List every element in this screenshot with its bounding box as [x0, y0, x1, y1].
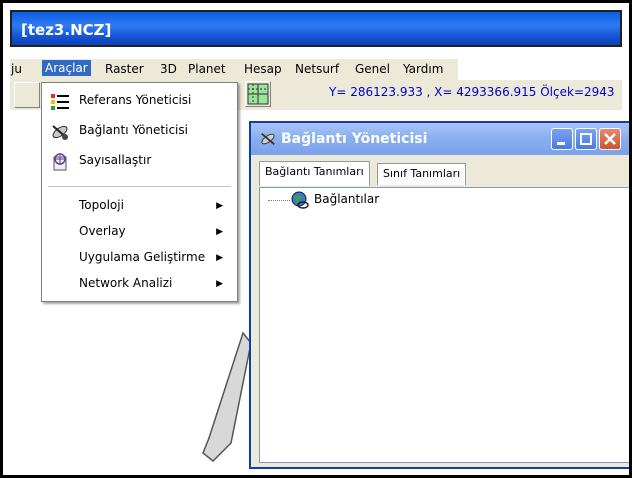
tree-node-baglantilar[interactable]: Bağlantılar: [314, 192, 379, 206]
main-title-bar[interactable]: [tez3.NCZ]: [10, 10, 622, 47]
grid-map-button[interactable]: [245, 81, 271, 107]
menu-item-genel[interactable]: Genel: [355, 62, 390, 76]
menu-bar: ju Araçlar Raster 3D Planet Hesap Netsur…: [10, 59, 458, 80]
menu-item-label: Uygulama Geliştirme: [79, 250, 206, 264]
digitize-icon: [53, 153, 67, 171]
menu-item-netsurf[interactable]: Netsurf: [295, 62, 339, 76]
maximize-button[interactable]: [575, 128, 597, 150]
coordinate-readout: Y= 286123.933 , X= 4293366.915 Ölçek=294…: [329, 85, 615, 99]
minimize-button[interactable]: [551, 128, 573, 150]
list-icon: [51, 94, 69, 110]
menu-item-sayisallastir[interactable]: Sayısallaştır: [42, 147, 237, 175]
submenu-arrow-icon: ▶: [216, 252, 223, 262]
menu-item-label: Bağlantı Yöneticisi: [79, 123, 188, 137]
connection-manager-title: Bağlantı Yöneticisi: [281, 131, 428, 147]
menu-item-network-analizi[interactable]: Network Analizi ▶: [42, 270, 237, 298]
menu-item-label: Topoloji: [79, 198, 124, 212]
globe-link-icon: [291, 191, 309, 209]
menu-item-label: Sayısallaştır: [79, 153, 152, 167]
satellite-icon: [261, 132, 275, 146]
submenu-arrow-icon: ▶: [216, 226, 223, 236]
menu-separator: [48, 186, 231, 187]
menu-item-uygulama-gelistirme[interactable]: Uygulama Geliştirme ▶: [42, 244, 237, 272]
menu-item-label: Referans Yöneticisi: [79, 93, 192, 107]
menu-item-hesap[interactable]: Hesap: [244, 62, 282, 76]
screenshot-frame: [tez3.NCZ] ju Araçlar Raster 3D Planet H…: [0, 0, 632, 478]
connection-manager-title-bar[interactable]: Bağlantı Yöneticisi: [251, 123, 629, 155]
connection-tree: Bağlantılar: [259, 187, 629, 463]
menu-item-planet[interactable]: Planet: [188, 62, 226, 76]
window-title: [tez3.NCZ]: [21, 21, 112, 39]
tab-baglanti-tanimlari[interactable]: Bağlantı Tanımları: [259, 161, 370, 186]
araclar-dropdown-menu: Referans Yöneticisi Bağlantı Yöneticisi …: [41, 82, 238, 302]
menu-item-raster[interactable]: Raster: [105, 62, 144, 76]
minimize-icon: [557, 142, 565, 145]
menu-item-referans-yoneticisi[interactable]: Referans Yöneticisi: [42, 87, 237, 115]
menu-item-araclar[interactable]: Araçlar: [42, 60, 91, 76]
maximize-icon: [580, 133, 592, 145]
satellite-icon: [52, 125, 68, 140]
menu-item-label: Network Analizi: [79, 276, 173, 290]
menu-item-baglanti-yoneticisi[interactable]: Bağlantı Yöneticisi: [42, 117, 237, 145]
close-button[interactable]: [599, 128, 621, 150]
menu-item-partial[interactable]: ju: [11, 62, 22, 76]
menu-item-label: Overlay: [79, 224, 126, 238]
tab-sinif-tanimlari[interactable]: Sınıf Tanımları: [377, 163, 467, 185]
menu-item-yardim[interactable]: Yardım: [403, 62, 443, 76]
grid-map-icon: [247, 83, 269, 105]
close-icon: [604, 133, 616, 145]
menu-item-overlay[interactable]: Overlay ▶: [42, 218, 237, 246]
toolbar-button[interactable]: [14, 82, 40, 108]
menu-item-3d[interactable]: 3D: [160, 62, 177, 76]
menu-item-topoloji[interactable]: Topoloji ▶: [42, 192, 237, 220]
submenu-arrow-icon: ▶: [216, 200, 223, 210]
tree-connector: [268, 200, 290, 201]
connection-manager-window: Bağlantı Yöneticisi Bağlantı Tanımları S…: [249, 121, 629, 469]
submenu-arrow-icon: ▶: [216, 278, 223, 288]
